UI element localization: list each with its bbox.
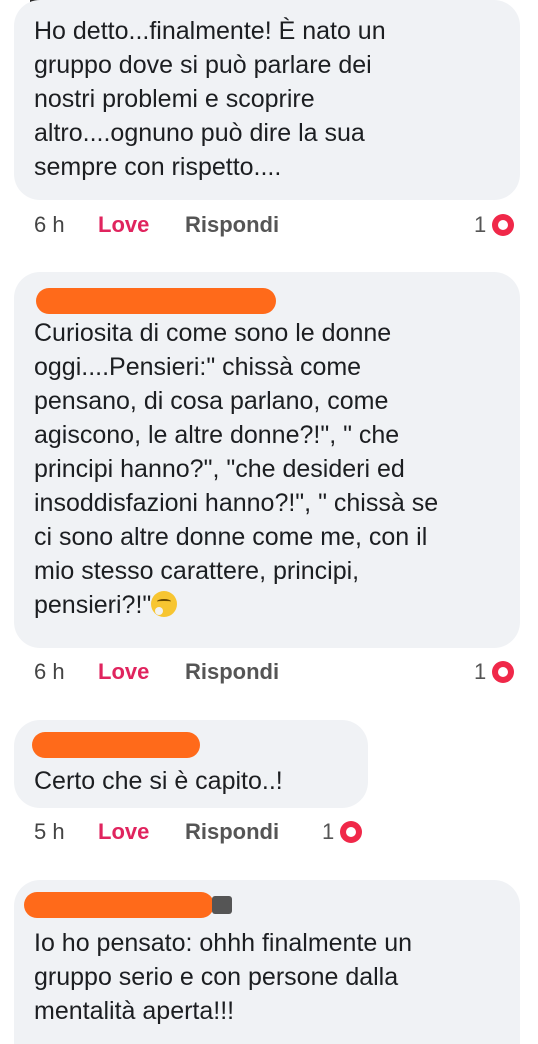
love-button[interactable]: Love <box>98 817 149 847</box>
thinking-face-emoji-icon <box>151 591 178 617</box>
reply-button[interactable]: Rispondi <box>185 817 279 847</box>
love-reaction-icon <box>340 821 362 843</box>
comment-bubble-4: Io ho pensato: ohhh finalmente un gruppo… <box>14 880 520 1044</box>
comment-actions-3: 5 h Love Rispondi 1 <box>0 817 538 847</box>
badge-icon <box>212 896 232 914</box>
reaction-count[interactable]: 1 <box>474 210 486 240</box>
reaction-count[interactable]: 1 <box>474 657 486 687</box>
redacted-author-name <box>24 892 214 918</box>
comment-text: Curiosita di come sono le donne oggi....… <box>34 319 439 619</box>
comment-bubble-3: Certo che si è capito..! <box>14 720 368 808</box>
comment-text: Certo che si è capito..! <box>34 767 283 795</box>
love-button[interactable]: Love <box>98 210 149 240</box>
reply-button[interactable]: Rispondi <box>185 657 279 687</box>
timestamp: 6 h <box>34 659 65 684</box>
timestamp: 6 h <box>34 212 65 237</box>
comment-bubble-2: Curiosita di come sono le donne oggi....… <box>14 272 520 648</box>
redacted-author-name <box>32 732 200 758</box>
comment-bubble-1: Ho detto...finalmente! È nato un gruppo … <box>14 0 520 200</box>
reply-button[interactable]: Rispondi <box>185 210 279 240</box>
comment-text: Ho detto...finalmente! È nato un gruppo … <box>34 17 386 181</box>
comment-actions-2: 6 h Love Rispondi 1 <box>0 657 538 687</box>
love-reaction-icon <box>492 214 514 236</box>
redacted-author-name <box>36 288 276 314</box>
reaction-count[interactable]: 1 <box>322 817 334 847</box>
love-button[interactable]: Love <box>98 657 149 687</box>
love-reaction-icon <box>492 661 514 683</box>
timestamp: 5 h <box>34 819 65 844</box>
comment-actions-1: 6 h Love Rispondi 1 <box>0 210 538 240</box>
comment-text: Io ho pensato: ohhh finalmente un gruppo… <box>34 929 413 1025</box>
